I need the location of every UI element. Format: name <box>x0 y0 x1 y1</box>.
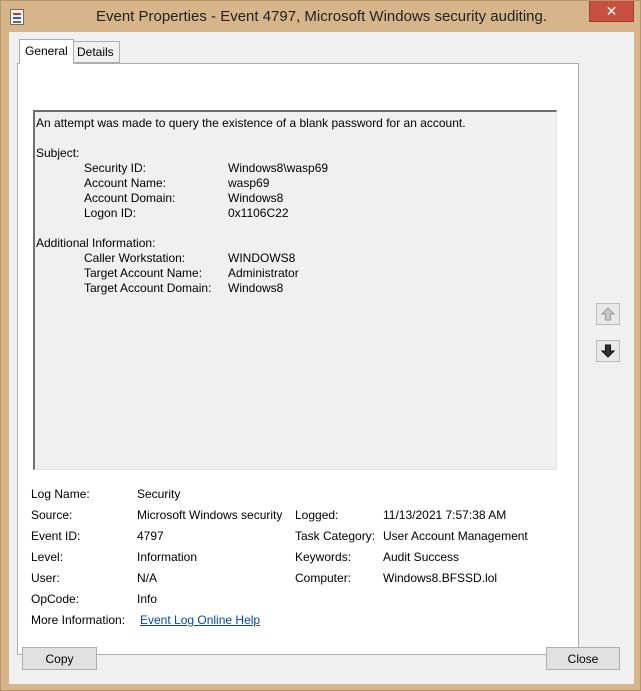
computer-label: Computer: <box>295 571 352 585</box>
subject-logon-id-value: 0x1106C22 <box>228 206 289 220</box>
caller-workstation-value: WINDOWS8 <box>228 251 296 265</box>
description-intro: An attempt was made to query the existen… <box>36 116 466 130</box>
event-description-box[interactable]: An attempt was made to query the existen… <box>33 110 557 470</box>
keywords-label: Keywords: <box>295 550 352 564</box>
event-log-online-help-link[interactable]: Event Log Online Help <box>140 613 260 627</box>
next-event-button[interactable] <box>596 340 620 362</box>
logged-label: Logged: <box>295 508 339 522</box>
subject-logon-id-label: Logon ID: <box>84 206 137 220</box>
level-label: Level: <box>31 550 64 564</box>
copy-button[interactable]: Copy <box>22 647 97 670</box>
subject-security-id-value: Windows8\wasp69 <box>228 161 329 175</box>
event-id-value: 4797 <box>137 529 164 543</box>
event-properties-window: Event Properties - Event 4797, Microsoft… <box>0 0 641 691</box>
target-account-name-value: Administrator <box>228 266 299 280</box>
down-arrow-icon <box>601 344 615 358</box>
tab-details[interactable]: Details <box>71 41 120 63</box>
subject-account-domain-value: Windows8 <box>228 191 284 205</box>
subject-account-domain-label: Account Domain: <box>84 191 176 205</box>
subject-account-name-label: Account Name: <box>84 176 167 190</box>
target-account-domain-value: Windows8 <box>228 281 284 295</box>
opcode-label: OpCode: <box>31 592 80 606</box>
subject-header: Subject: <box>36 146 80 160</box>
close-button[interactable]: Close <box>546 647 620 670</box>
tab-general[interactable]: General <box>19 39 74 64</box>
window-close-button[interactable]: ✕ <box>589 1 634 22</box>
source-label: Source: <box>31 508 73 522</box>
event-id-label: Event ID: <box>31 529 81 543</box>
computer-value: Windows8.BFSSD.lol <box>383 571 498 585</box>
log-name-label: Log Name: <box>31 487 90 501</box>
title-bar[interactable]: Event Properties - Event 4797, Microsoft… <box>1 1 640 32</box>
dialog-client-area: General Details An attempt was made to q… <box>9 32 634 684</box>
general-tab-panel: An attempt was made to query the existen… <box>17 63 579 655</box>
subject-account-name-value: wasp69 <box>228 176 270 190</box>
task-category-value: User Account Management <box>383 529 528 543</box>
target-account-name-label: Target Account Name: <box>84 266 203 280</box>
window-title: Event Properties - Event 4797, Microsoft… <box>95 8 548 25</box>
more-information-label: More Information: <box>31 613 126 627</box>
previous-event-button[interactable] <box>596 303 620 325</box>
task-category-label: Task Category: <box>295 529 376 543</box>
logged-value: 11/13/2021 7:57:38 AM <box>383 508 507 522</box>
keywords-value: Audit Success <box>383 550 460 564</box>
target-account-domain-label: Target Account Domain: <box>84 281 212 295</box>
source-value: Microsoft Windows security <box>137 508 283 522</box>
caller-workstation-label: Caller Workstation: <box>84 251 186 265</box>
subject-security-id-label: Security ID: <box>84 161 147 175</box>
level-value: Information <box>137 550 198 564</box>
user-value: N/A <box>137 571 158 585</box>
opcode-value: Info <box>137 592 158 606</box>
additional-info-header: Additional Information: <box>36 236 156 250</box>
log-name-value: Security <box>137 487 181 501</box>
up-arrow-icon <box>601 307 615 321</box>
user-label: User: <box>31 571 60 585</box>
